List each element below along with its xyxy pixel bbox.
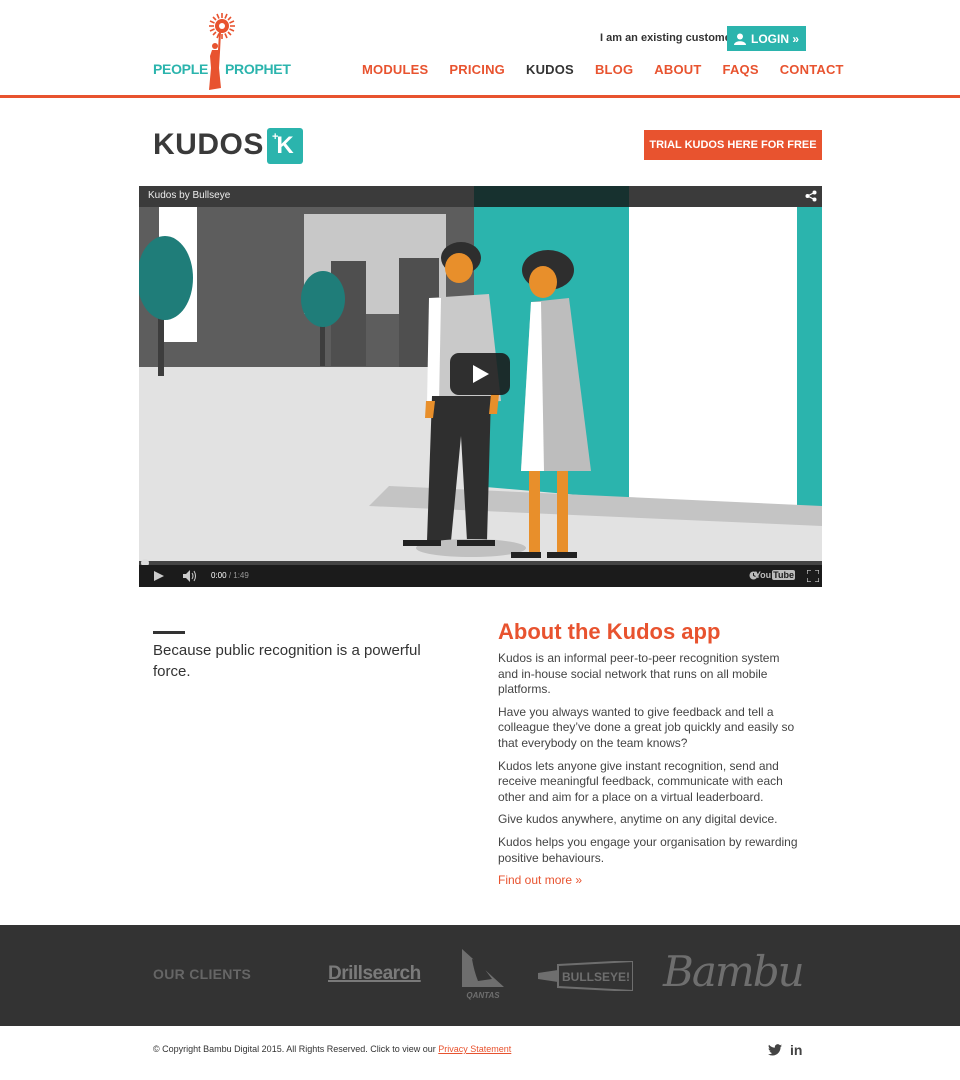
client-logo-qantas: QANTAS bbox=[458, 949, 508, 1001]
linkedin-icon[interactable]: in bbox=[790, 1042, 802, 1058]
about-body: Kudos is an informal peer-to-peer recogn… bbox=[498, 651, 798, 889]
tagline-divider bbox=[153, 631, 185, 634]
logo-text-people: PEOPLE bbox=[153, 61, 208, 77]
video-title[interactable]: Kudos by Bullseye bbox=[148, 190, 230, 201]
about-heading: About the Kudos app bbox=[498, 619, 721, 644]
privacy-statement-link[interactable]: Privacy Statement bbox=[438, 1044, 511, 1054]
play-button[interactable] bbox=[450, 353, 510, 395]
nav-faqs[interactable]: FAQS bbox=[723, 62, 759, 77]
share-icon[interactable] bbox=[805, 190, 817, 202]
youtube-logo[interactable]: You Tube bbox=[754, 570, 795, 580]
fullscreen-icon[interactable] bbox=[807, 570, 819, 582]
client-logo-drillsearch: Drillsearch bbox=[328, 963, 421, 984]
page-title: KUDOS bbox=[153, 128, 264, 161]
about-paragraph: Have you always wanted to give feedback … bbox=[498, 704, 795, 750]
social-links: in bbox=[768, 1042, 802, 1058]
copyright-notice: © Copyright Bambu Digital 2015. All Righ… bbox=[153, 1044, 511, 1054]
badge-letter: K bbox=[276, 132, 294, 159]
badge-plus: + bbox=[272, 131, 279, 143]
megaphone-icon: BULLSEYE! bbox=[538, 959, 634, 993]
login-label: LOGIN » bbox=[750, 31, 799, 46]
about-paragraph: Give kudos anywhere, anytime on any digi… bbox=[498, 812, 778, 827]
site-header: PEOPLE PROPHET I am an existing customer… bbox=[0, 0, 960, 98]
find-out-more-link[interactable]: Find out more » bbox=[498, 873, 582, 887]
clients-heading: OUR CLIENTS bbox=[153, 966, 252, 982]
about-paragraph: Kudos lets anyone give instant recogniti… bbox=[498, 758, 783, 804]
trial-kudos-button[interactable]: TRIAL KUDOS HERE FOR FREE bbox=[644, 130, 822, 160]
video-title-bar: Kudos by Bullseye bbox=[139, 186, 822, 207]
client-logo-bullseye: BULLSEYE! bbox=[538, 959, 634, 993]
nav-pricing[interactable]: PRICING bbox=[449, 62, 505, 77]
kangaroo-icon: QANTAS bbox=[462, 949, 504, 1000]
nav-kudos[interactable]: KUDOS bbox=[526, 62, 574, 77]
video-controls: 0:00 / 1:49 You Tube bbox=[139, 565, 822, 587]
login-button[interactable]: LOGIN » bbox=[727, 26, 806, 51]
time-total: / 1:49 bbox=[228, 571, 249, 580]
about-paragraph: Kudos is an informal peer-to-peer recogn… bbox=[498, 651, 780, 697]
tagline: Because public recognition is a powerful… bbox=[153, 642, 421, 680]
existing-customer-label: I am an existing customer bbox=[600, 32, 736, 44]
client-logo-bambu: Bambu bbox=[663, 947, 805, 996]
control-play-icon[interactable] bbox=[154, 571, 164, 581]
prophet-figure-icon bbox=[209, 13, 235, 90]
video-time: 0:00 / 1:49 bbox=[211, 571, 249, 580]
volume-icon[interactable] bbox=[183, 570, 197, 582]
video-player[interactable]: Kudos by Bullseye 0:00 / 1:49 You Tube bbox=[139, 186, 822, 587]
nav-about[interactable]: ABOUT bbox=[654, 62, 701, 77]
yt-tube: Tube bbox=[772, 570, 795, 580]
kudos-badge-icon: + K bbox=[267, 128, 303, 164]
nav-modules[interactable]: MODULES bbox=[362, 62, 428, 77]
yt-you: You bbox=[754, 570, 772, 580]
bullseye-text: BULLSEYE! bbox=[562, 970, 630, 984]
copyright-text: © Copyright Bambu Digital 2015. All Righ… bbox=[153, 1044, 436, 1054]
nav-contact[interactable]: CONTACT bbox=[780, 62, 844, 77]
play-icon bbox=[473, 365, 489, 383]
twitter-icon[interactable] bbox=[768, 1044, 782, 1056]
nav-blog[interactable]: BLOG bbox=[595, 62, 633, 77]
people-prophet-logo[interactable]: PEOPLE PROPHET bbox=[153, 12, 291, 92]
time-current: 0:00 bbox=[211, 571, 227, 580]
logo-text-prophet: PROPHET bbox=[225, 61, 291, 77]
main-nav: MODULES PRICING KUDOS BLOG ABOUT FAQS CO… bbox=[362, 62, 844, 77]
clients-band: OUR CLIENTS Drillsearch QANTAS BULLSEYE!… bbox=[0, 925, 960, 1026]
about-paragraph: Kudos helps you engage your organisation… bbox=[498, 834, 798, 865]
user-icon bbox=[733, 33, 746, 45]
qantas-text: QANTAS bbox=[466, 991, 500, 1000]
